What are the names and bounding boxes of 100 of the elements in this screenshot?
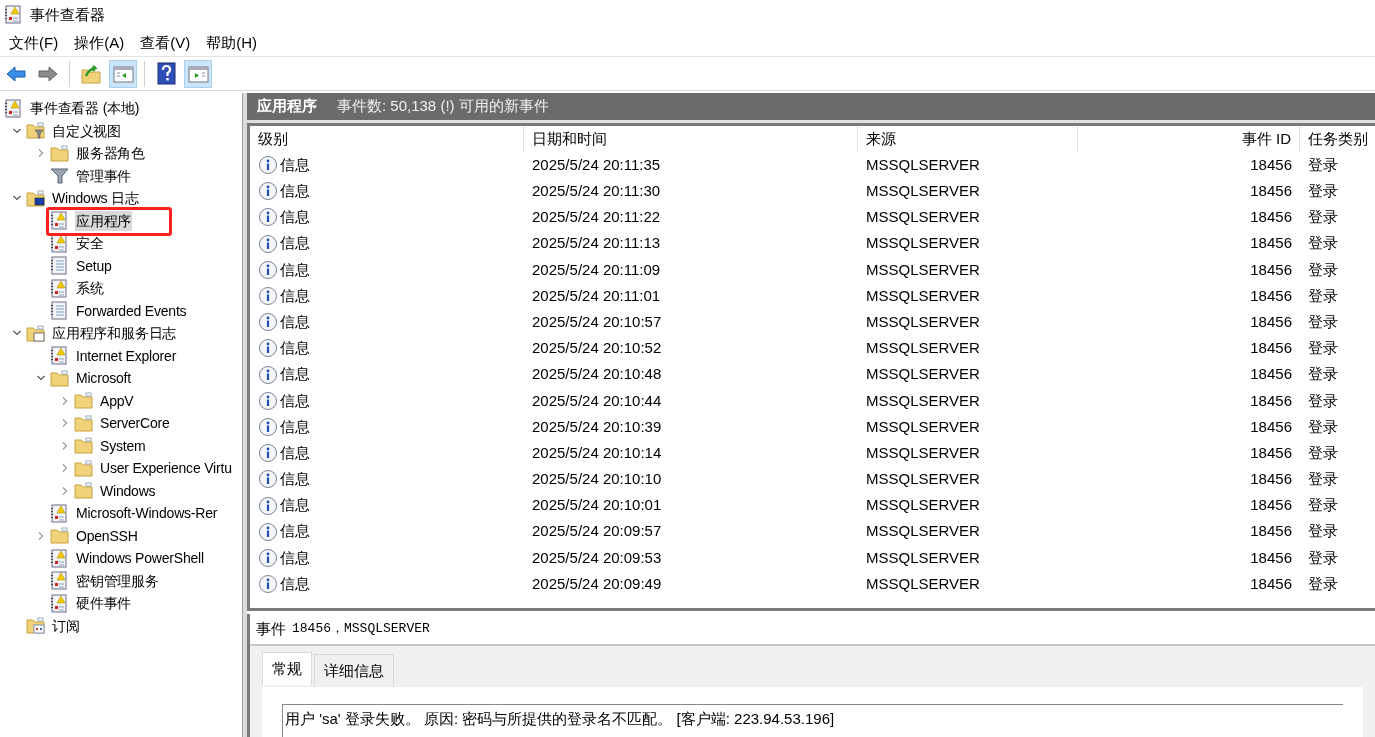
- chevron-right-icon[interactable]: [36, 148, 46, 159]
- tree-item[interactable]: 应用程序和服务日志: [51, 323, 178, 344]
- column-header[interactable]: 任务类别: [1300, 126, 1375, 152]
- chevron-right-icon[interactable]: [36, 530, 46, 541]
- menu-item[interactable]: 操作(A): [69, 29, 130, 57]
- tree-item[interactable]: Setup: [75, 255, 113, 276]
- table-cell-text: 登录: [1307, 547, 1339, 568]
- tree-item[interactable]: Windows PowerShell: [75, 548, 205, 569]
- tree-item[interactable]: System: [99, 435, 147, 456]
- table-cell-text: MSSQLSERVER: [865, 181, 981, 202]
- tree-item[interactable]: 服务器角色: [75, 143, 146, 164]
- tab[interactable]: 常规: [262, 652, 312, 685]
- table-cell-text: MSSQLSERVER: [865, 285, 981, 306]
- table-cell-text: 登录: [1307, 338, 1339, 359]
- tree-item[interactable]: Internet Explorer: [75, 345, 178, 366]
- table-cell-text: MSSQLSERVER: [865, 364, 981, 385]
- table-cell-text: 登录: [1307, 207, 1339, 228]
- info-icon: [258, 547, 278, 568]
- log-icon: [4, 98, 23, 118]
- table-cell-text: MSSQLSERVER: [865, 259, 981, 280]
- info-icon: [258, 574, 278, 595]
- tab[interactable]: 详细信息: [314, 654, 394, 687]
- tree-item[interactable]: User Experience Virtu: [99, 458, 233, 479]
- table-cell-text: 信息: [280, 442, 310, 463]
- column-header[interactable]: 来源: [858, 126, 1078, 152]
- table-cell-text: 信息: [280, 573, 310, 594]
- folder-icon: [74, 413, 93, 433]
- table-cell-text: 2025/5/24 20:09:49: [531, 573, 663, 594]
- tree-item[interactable]: Windows: [99, 480, 157, 501]
- tree-item[interactable]: 硬件事件: [75, 593, 133, 614]
- chevron-right-icon[interactable]: [60, 463, 70, 474]
- table-cell-text: MSSQLSERVER: [865, 338, 981, 359]
- chevron-right-icon[interactable]: [60, 440, 70, 451]
- window-title: 事件查看器: [30, 4, 105, 25]
- tree-item[interactable]: 密钥管理服务: [75, 570, 160, 591]
- log-icon: [50, 503, 69, 523]
- menu-item[interactable]: 文件(F): [4, 29, 64, 57]
- folder-filter-icon: [26, 121, 45, 141]
- tree-item[interactable]: AppV: [99, 390, 135, 411]
- tree-item[interactable]: 系统: [75, 278, 105, 299]
- tree-item[interactable]: Microsoft-Windows-Rer: [75, 503, 219, 524]
- log-icon: [50, 211, 69, 231]
- info-icon: [258, 155, 278, 176]
- chevron-right-icon[interactable]: [60, 485, 70, 496]
- chevron-right-icon[interactable]: [60, 395, 70, 406]
- column-header[interactable]: 级别: [250, 126, 524, 152]
- table-cell-text: 信息: [280, 416, 310, 437]
- table-cell-text: 18456: [1249, 390, 1293, 411]
- tree-item[interactable]: 应用程序: [75, 210, 133, 231]
- table-cell-text: 登录: [1307, 521, 1339, 542]
- tree-item[interactable]: 安全: [75, 233, 105, 254]
- tree-item[interactable]: Microsoft: [75, 368, 132, 389]
- info-icon: [258, 207, 278, 228]
- table-cell-text: MSSQLSERVER: [865, 390, 981, 411]
- folder-arrow-icon: [80, 62, 102, 85]
- log-icon: [50, 233, 69, 253]
- table-cell-text: 登录: [1307, 364, 1339, 385]
- folder-icon: [50, 143, 69, 163]
- chevron-right-icon[interactable]: [60, 418, 70, 429]
- table-cell-text: 2025/5/24 20:11:35: [531, 154, 662, 175]
- table-cell-text: 2025/5/24 20:10:48: [531, 364, 663, 385]
- tree-item[interactable]: OpenSSH: [75, 525, 139, 546]
- detail-subtitle: 18456，MSSQLSERVER: [292, 620, 430, 639]
- list-title: 应用程序: [257, 96, 317, 117]
- table-cell-text: 2025/5/24 20:10:10: [531, 469, 663, 490]
- tree-item[interactable]: 自定义视图: [51, 120, 122, 141]
- column-header[interactable]: 事件 ID: [1078, 126, 1300, 152]
- tree-item[interactable]: ServerCore: [99, 413, 171, 434]
- table-cell-text: MSSQLSERVER: [865, 207, 981, 228]
- menu-item[interactable]: 帮助(H): [201, 29, 262, 57]
- table-cell-text: 登录: [1307, 442, 1339, 463]
- column-header[interactable]: 日期和时间: [524, 126, 858, 152]
- table-cell-text: 2025/5/24 20:10:44: [531, 390, 663, 411]
- info-icon: [258, 181, 278, 202]
- tree-item[interactable]: Forwarded Events: [75, 300, 188, 321]
- info-icon: [258, 312, 278, 333]
- table-cell-text: 18456: [1249, 181, 1293, 202]
- table-cell-text: 18456: [1249, 521, 1293, 542]
- table-cell-text: MSSQLSERVER: [865, 521, 981, 542]
- table-cell-text: 信息: [280, 181, 310, 202]
- folder-icon: [74, 391, 93, 411]
- table-cell-text: 18456: [1249, 154, 1293, 175]
- table-cell-text: 2025/5/24 20:10:52: [531, 338, 663, 359]
- table-cell-text: 登录: [1307, 495, 1339, 516]
- panel-left-button[interactable]: [109, 59, 137, 88]
- help-icon: [154, 62, 178, 85]
- folder-icon: [50, 368, 69, 388]
- tree-item[interactable]: Windows 日志: [51, 188, 140, 209]
- table-cell-text: 2025/5/24 20:11:01: [531, 285, 662, 306]
- filter-icon: [50, 166, 69, 186]
- tree-item[interactable]: 管理事件: [75, 165, 133, 186]
- table-cell-text: 18456: [1249, 416, 1293, 437]
- log-icon: [50, 278, 69, 298]
- table-cell-text: MSSQLSERVER: [865, 154, 981, 175]
- tree-item[interactable]: 事件查看器 (本地): [29, 98, 141, 119]
- info-icon: [258, 469, 278, 490]
- table-cell-text: 2025/5/24 20:11:30: [531, 181, 662, 202]
- menu-item[interactable]: 查看(V): [135, 29, 196, 57]
- table-cell-text: 18456: [1249, 338, 1293, 359]
- tree-item[interactable]: 订阅: [51, 615, 81, 636]
